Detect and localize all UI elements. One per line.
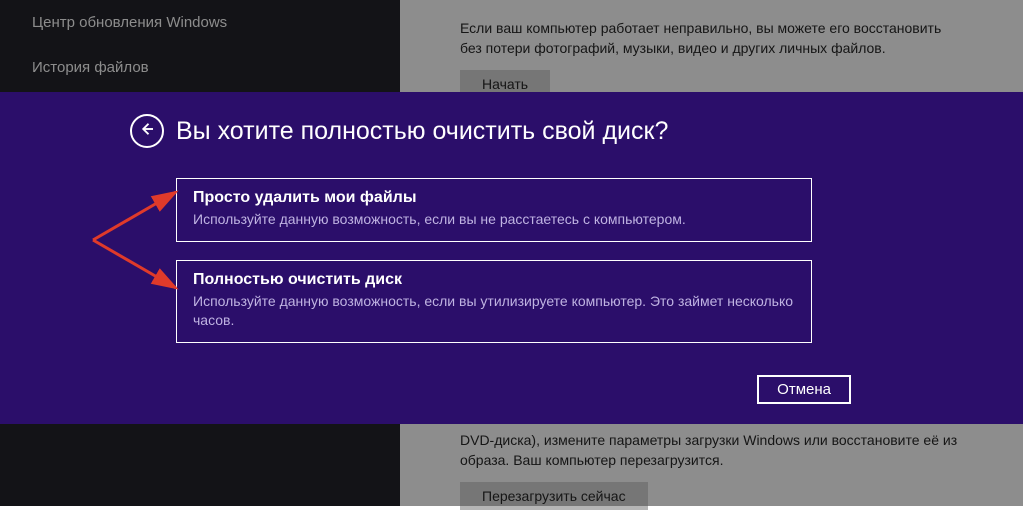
sidebar-item-file-history[interactable]: История файлов bbox=[0, 45, 400, 90]
option-description: Используйте данную возможность, если вы … bbox=[193, 292, 795, 330]
option-fully-clean-drive[interactable]: Полностью очистить диск Используйте данн… bbox=[176, 260, 812, 343]
sidebar-item-windows-update[interactable]: Центр обновления Windows bbox=[0, 0, 400, 45]
advanced-startup-description: DVD-диска), измените параметры загрузки … bbox=[400, 430, 1023, 482]
app-root: Центр обновления Windows История файлов … bbox=[0, 0, 1023, 506]
back-button[interactable] bbox=[130, 114, 164, 148]
option-description: Используйте данную возможность, если вы … bbox=[193, 210, 795, 229]
cancel-button[interactable]: Отмена bbox=[757, 375, 851, 404]
option-title: Просто удалить мои файлы bbox=[193, 189, 795, 207]
dialog-title: Вы хотите полностью очистить свой диск? bbox=[176, 117, 668, 146]
back-arrow-icon bbox=[138, 120, 156, 143]
dialog-options: Просто удалить мои файлы Используйте дан… bbox=[176, 178, 812, 361]
dialog-header: Вы хотите полностью очистить свой диск? bbox=[130, 114, 668, 148]
option-title: Полностью очистить диск bbox=[193, 271, 795, 289]
option-just-remove-files[interactable]: Просто удалить мои файлы Используйте дан… bbox=[176, 178, 812, 242]
refresh-pc-description: Если ваш компьютер работает неправильно,… bbox=[400, 0, 1023, 70]
clean-drive-dialog: Вы хотите полностью очистить свой диск? … bbox=[0, 92, 1023, 424]
